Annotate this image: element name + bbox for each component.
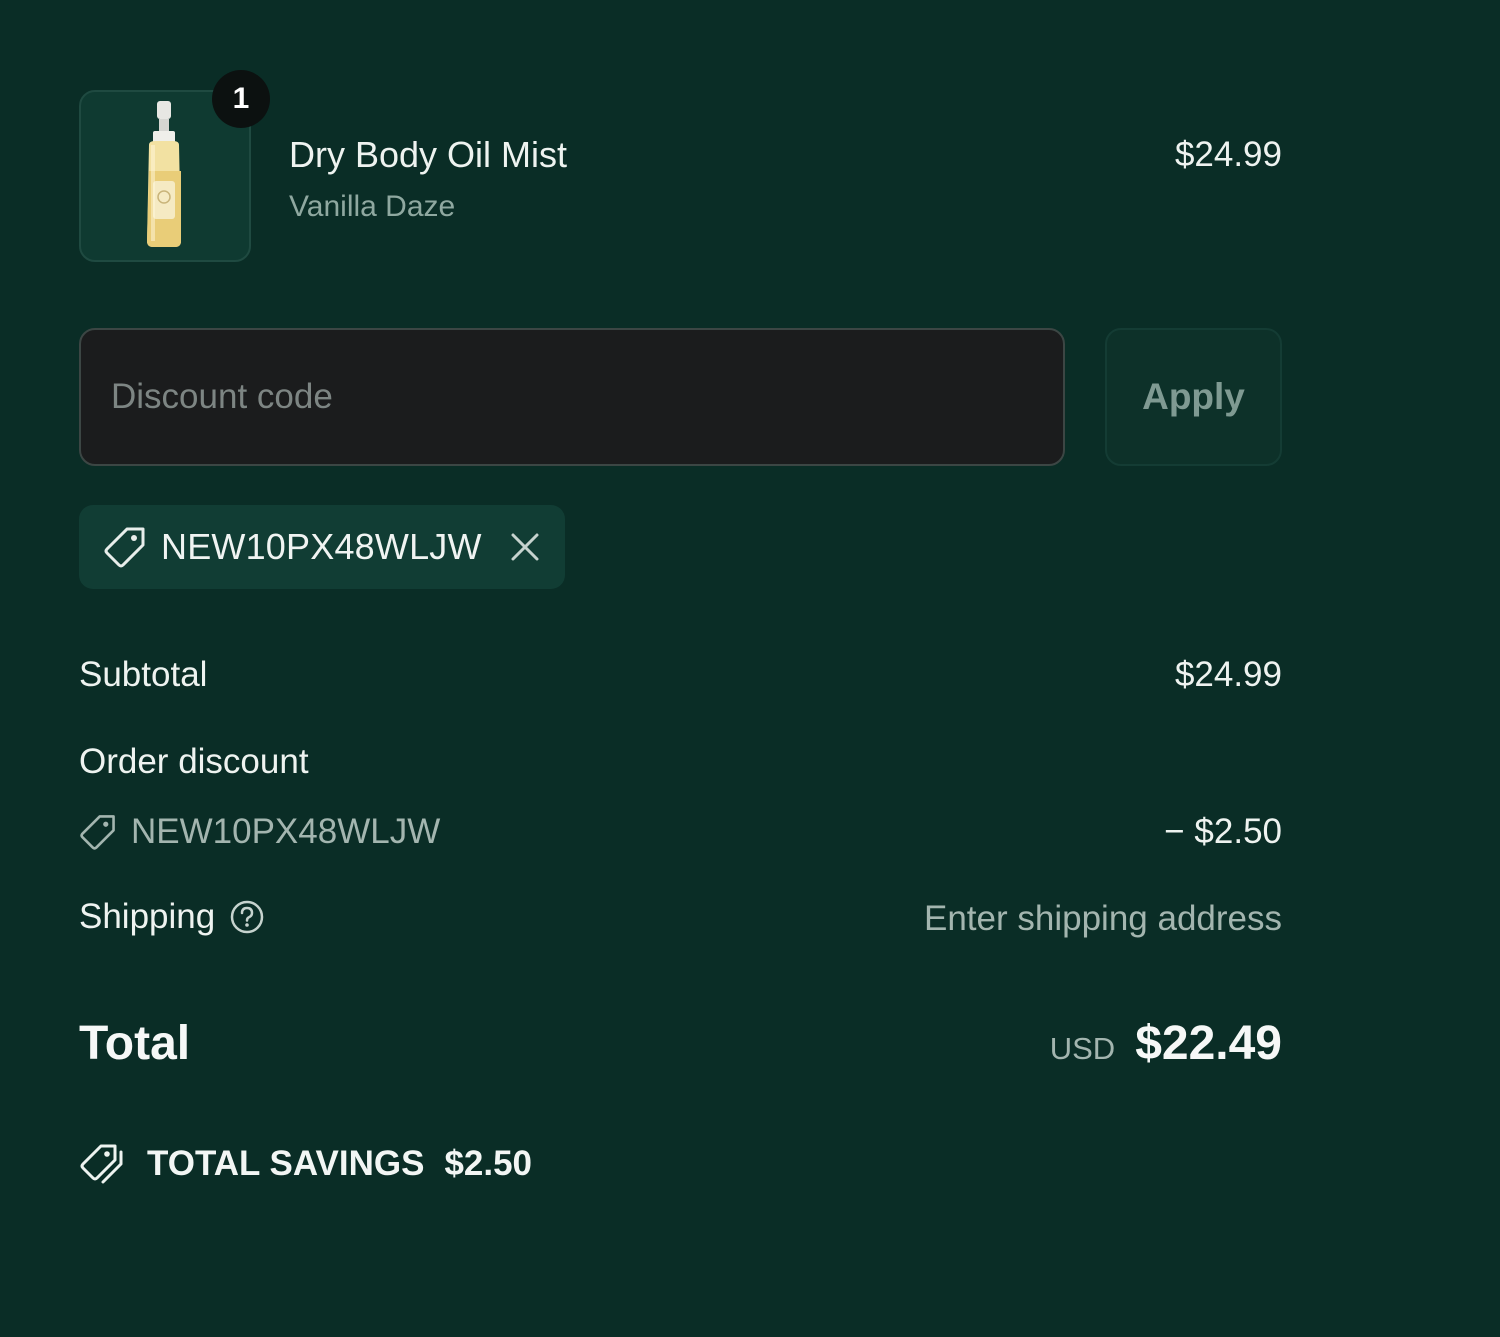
applied-discount-code: NEW10PX48WLJW — [161, 526, 482, 567]
order-discount-value: − $2.50 — [1164, 812, 1282, 851]
spray-bottle-icon — [147, 101, 181, 247]
currency-code: USD — [1049, 1031, 1116, 1066]
total-amount: $22.49 — [1135, 1017, 1282, 1070]
order-summary-panel: 1 Dry Body Oil Mist Vanilla Daze $24.99 … — [79, 0, 1282, 1337]
tag-icon — [104, 527, 145, 568]
product-variant: Vanilla Daze — [289, 190, 456, 223]
shipping-label: Shipping — [79, 897, 216, 936]
tags-icon — [80, 1144, 123, 1184]
order-discount-code: NEW10PX48WLJW — [79, 812, 440, 852]
order-discount-label: Order discount — [79, 742, 309, 781]
total-label: Total — [79, 1017, 191, 1070]
total-value: USD $22.49 — [1050, 1016, 1282, 1071]
tag-icon — [80, 815, 115, 850]
shipping-value: Enter shipping address — [924, 899, 1282, 938]
apply-discount-button[interactable]: Apply — [1105, 328, 1282, 466]
remove-discount-button[interactable] — [508, 530, 542, 564]
quantity-badge: 1 — [212, 70, 270, 128]
subtotal-label: Subtotal — [79, 655, 208, 694]
applied-discount-chip: NEW10PX48WLJW — [79, 505, 565, 589]
total-savings-amount: $2.50 — [444, 1144, 533, 1183]
subtotal-value: $24.99 — [1174, 655, 1282, 694]
total-savings-label: TOTAL SAVINGS — [147, 1144, 425, 1183]
total-savings: TOTAL SAVINGS $2.50 — [79, 1142, 532, 1186]
order-discount-code-text: NEW10PX48WLJW — [131, 812, 441, 851]
discount-code-input[interactable] — [79, 328, 1065, 466]
question-circle-icon — [230, 900, 264, 934]
product-price: $24.99 — [1174, 135, 1282, 174]
shipping-help-button[interactable] — [229, 899, 265, 935]
close-icon — [511, 533, 539, 561]
shipping-row-label: Shipping — [79, 897, 265, 937]
product-name: Dry Body Oil Mist — [289, 134, 568, 175]
line-item: 1 Dry Body Oil Mist Vanilla Daze $24.99 — [79, 70, 1282, 265]
